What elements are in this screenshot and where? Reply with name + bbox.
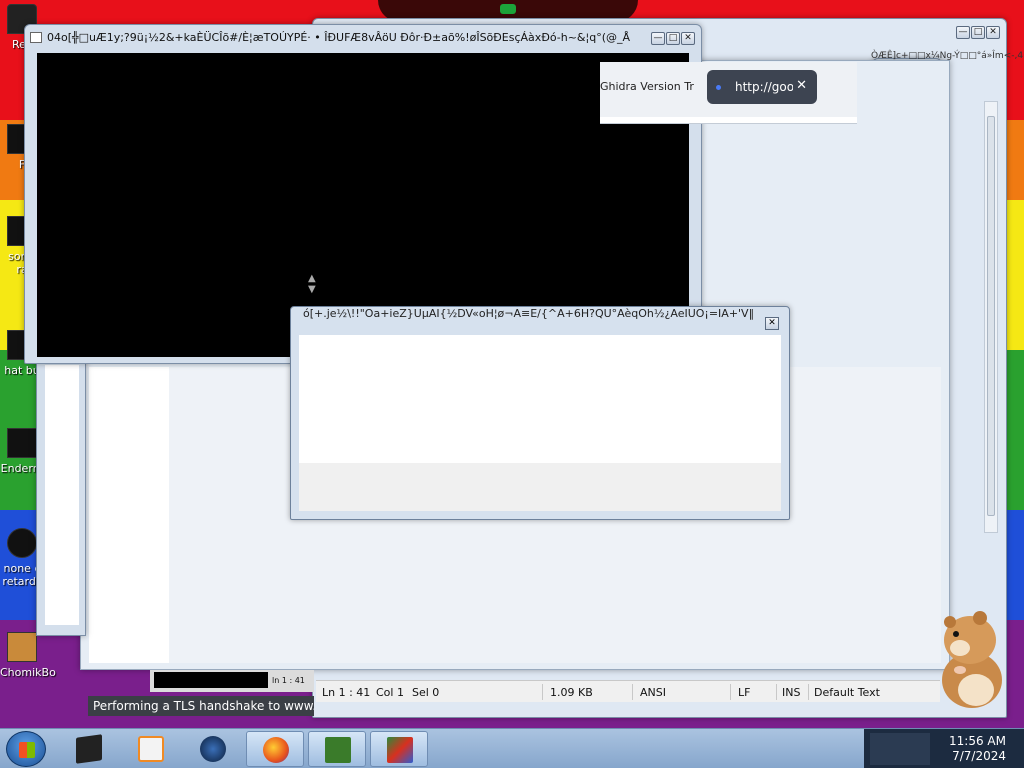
taskbar: 11:56 AM 7/7/2024 [0,728,1024,768]
video-window-title: 04ο[╬□uÆ1y;?9ü¡½2&+kaÈÜCÎõ#/È¦æTOÚYPÉ· •… [47,31,631,44]
desktop-icon-label: ChomikBo [0,666,56,679]
window-controls: — □ ✕ [651,32,695,45]
status-separator [730,684,731,700]
browser-status-message: Performing a TLS handshake to www.gsta [88,696,314,716]
windows-start-icon [19,742,35,758]
left-window [36,356,86,636]
minimize-button[interactable]: — [956,26,970,39]
status-mode[interactable]: INS [782,686,800,699]
media-player-icon [138,736,164,762]
terminal-icon [76,734,102,764]
status-encoding[interactable]: ANSI [640,686,666,699]
tab-ghidra[interactable]: Ghidra Version Tr [600,80,694,93]
system-tray: 11:56 AM 7/7/2024 [864,729,1024,768]
close-button[interactable]: ✕ [986,26,1000,39]
clock[interactable]: 11:56 AM 7/7/2024 [949,734,1006,764]
video-window-titlebar[interactable]: 04ο[╬□uÆ1y;?9ü¡½2&+kaÈÜCÎõ#/È¦æTOÚYPÉ· •… [25,25,701,51]
scrollbar-thumb[interactable] [987,116,995,516]
chomikbox-icon [7,632,37,662]
desktop-icon-chomikbox[interactable]: ChomikBo [0,632,56,679]
taskbar-item-firefox[interactable] [246,731,304,767]
network-globe-icon [200,736,226,762]
window-controls: — □ ✕ [956,26,1000,39]
status-black-block [154,672,268,688]
editor-side-pane [89,367,169,663]
chomikbox-icon [325,737,351,763]
tab-url: http://goo [735,80,793,94]
vertical-scrollbar[interactable] [984,101,998,533]
favicon-icon [716,85,721,90]
status-style[interactable]: Default Text [814,686,880,699]
status-eol[interactable]: LF [738,686,750,699]
status-position: Ln 1 : 41 [322,686,371,699]
app-icon [7,528,37,558]
dialog-title: ó[+.je½\!!"Oa+ieZ}UμAI{½DV«oH¦ø¬A≡E/{^A+… [303,307,753,320]
tab-close-icon[interactable]: ✕ [796,78,807,93]
status-size: 1.09 KB [550,686,593,699]
status-separator [542,684,543,700]
top-decoration-dot [500,4,516,14]
dialog-close-button[interactable]: ✕ [765,317,779,330]
tray-icons[interactable] [870,733,930,765]
taskbar-item-paint[interactable] [370,731,428,767]
clock-time: 11:56 AM [949,734,1006,748]
dialog-window: ó[+.je½\!!"Oa+ieZ}UμAI{½DV«oH¦ø¬A≡E/{^A+… [290,306,790,520]
firefox-icon [263,737,289,763]
start-button[interactable] [6,731,46,767]
minimize-button[interactable]: — [651,32,665,45]
dialog-footer [299,463,781,511]
close-button[interactable]: ✕ [681,32,695,45]
tab-strip-bottom [600,117,857,123]
app-icon [7,428,37,458]
status-separator [776,684,777,700]
editor-status-bar: Ln 1 : 41 Col 1 Sel 0 1.09 KB ANSI LF IN… [316,680,940,702]
maximize-button[interactable]: □ [971,26,985,39]
maximize-button[interactable]: □ [666,32,680,45]
paint-icon [387,737,413,763]
tab-active[interactable]: http://goo ✕ [707,70,817,104]
taskbar-item-globe[interactable] [184,731,242,767]
taskbar-item-terminal[interactable] [60,731,118,767]
resize-arrows-icon: ▲ ▼ [308,273,316,295]
taskbar-item-media-player[interactable] [122,731,180,767]
status-sel: Sel 0 [412,686,440,699]
hamster-desktop-pet[interactable] [930,600,1010,710]
status-separator [632,684,633,700]
window-app-icon [30,32,42,43]
left-status-position: ln 1 : 41 [272,676,305,685]
status-col: Col 1 [376,686,404,699]
left-status-bar: ln 1 : 41 [150,670,314,692]
dialog-body [299,335,781,463]
taskbar-item-chomikbox[interactable] [308,731,366,767]
status-separator [808,684,809,700]
clock-date: 7/7/2024 [952,749,1006,763]
left-window-pane [45,365,79,625]
browser-tab-strip: Ghidra Version Tr http://goo ✕ [600,62,857,124]
